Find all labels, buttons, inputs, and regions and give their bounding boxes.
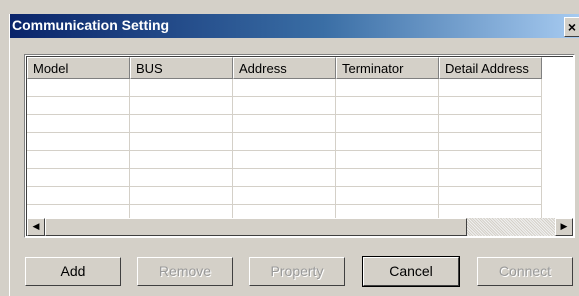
remove-button[interactable]: Remove [137,257,233,286]
connect-button[interactable]: Connect [477,257,573,286]
table-cell [336,79,439,97]
table-cell [130,151,233,169]
column-header-model[interactable]: Model [27,57,130,79]
table-cell [130,79,233,97]
arrow-left-icon: ◀ [32,222,40,232]
table-row[interactable] [27,115,573,133]
cancel-button[interactable]: Cancel [362,256,460,287]
column-header-address[interactable]: Address [233,57,336,79]
table-cell [130,115,233,133]
column-header-detail-address[interactable]: Detail Address [439,57,542,79]
table-cell [27,115,130,133]
table-cell [233,97,336,115]
table-row[interactable] [27,169,573,187]
table-cell [439,133,542,151]
scroll-right-button[interactable]: ▶ [555,218,573,236]
table-cell [233,79,336,97]
table-cell [233,187,336,205]
table-cell [130,97,233,115]
list-body: Model BUS Address Terminator Detail Addr… [26,56,573,236]
add-button[interactable]: Add [25,257,121,286]
table-cell [27,169,130,187]
table-row[interactable] [27,151,573,169]
table-cell [233,115,336,133]
communication-list[interactable]: Model BUS Address Terminator Detail Addr… [24,54,575,238]
horizontal-scrollbar[interactable]: ◀ ▶ [27,218,573,236]
table-cell [336,187,439,205]
table-cell [27,97,130,115]
table-cell [439,169,542,187]
arrow-right-icon: ▶ [560,222,568,232]
table-cell [439,97,542,115]
table-cell [233,133,336,151]
table-cell [27,187,130,205]
column-header-bus[interactable]: BUS [130,57,233,79]
table-cell [439,187,542,205]
table-row[interactable] [27,79,573,97]
close-button[interactable]: × [564,17,579,37]
table-cell [439,115,542,133]
table-cell [130,187,233,205]
scroll-left-button[interactable]: ◀ [27,218,45,236]
communication-setting-dialog: Communication Setting × Model BUS Addres… [0,0,579,296]
table-cell [336,151,439,169]
table-cell [130,169,233,187]
scrollbar-thumb[interactable] [45,218,467,236]
table-cell [439,79,542,97]
window-title: Communication Setting [12,17,170,33]
table-cell [336,97,439,115]
window-frame [9,14,10,296]
table-cell [130,133,233,151]
table-row[interactable] [27,97,573,115]
table-cell [27,133,130,151]
table-cell [336,115,439,133]
table-cell [336,169,439,187]
table-rows [27,79,573,223]
table-cell [439,151,542,169]
table-cell [336,133,439,151]
property-button[interactable]: Property [249,257,345,286]
table-cell [27,151,130,169]
table-row[interactable] [27,133,573,151]
table-row[interactable] [27,187,573,205]
table-cell [233,169,336,187]
close-icon: × [567,19,577,35]
table-cell [27,79,130,97]
column-headers: Model BUS Address Terminator Detail Addr… [27,57,573,79]
column-header-terminator[interactable]: Terminator [336,57,439,79]
table-cell [233,151,336,169]
title-bar[interactable]: Communication Setting × [10,14,579,38]
